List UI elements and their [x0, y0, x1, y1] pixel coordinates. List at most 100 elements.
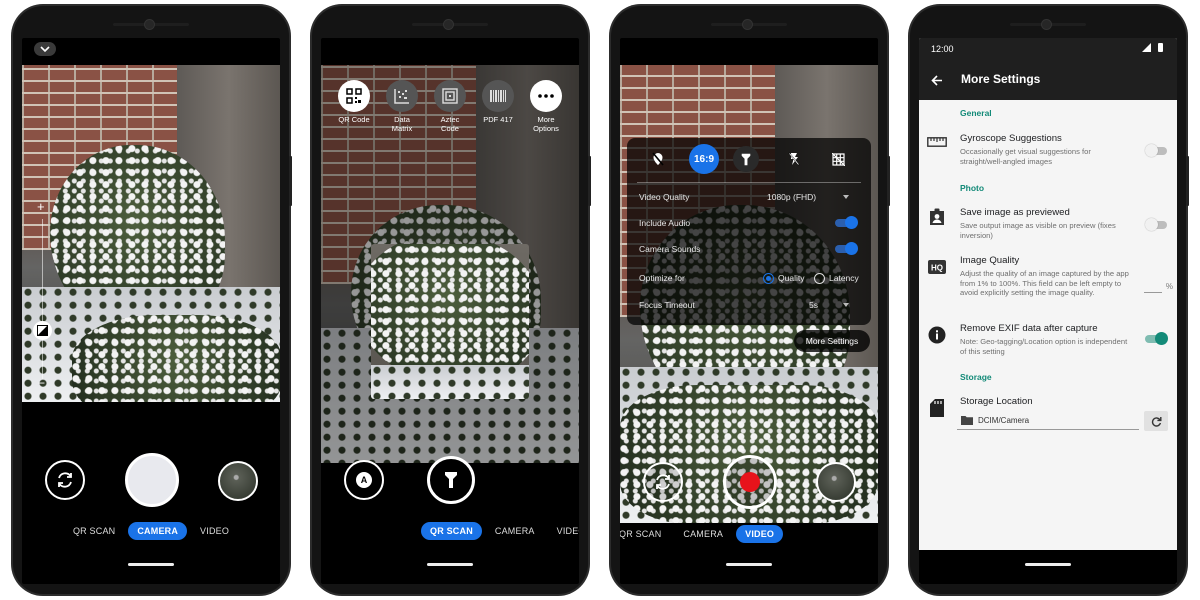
section-photo: Photo: [960, 183, 985, 193]
aspect-ratio-toggle[interactable]: 16:9: [689, 144, 719, 174]
gyro-toggle[interactable]: [1145, 144, 1167, 157]
barcode-aztec[interactable]: Aztec Code: [431, 80, 469, 133]
home-indicator[interactable]: [128, 563, 174, 566]
setting-gyroscope[interactable]: Gyroscope Suggestions Occasionally get v…: [919, 130, 1177, 170]
auto-icon: A: [356, 472, 372, 488]
grid-toggle[interactable]: [825, 146, 851, 172]
barcode-label: PDF 417: [483, 115, 513, 124]
setting-storage-location[interactable]: Storage Location DCIM/Camera: [919, 394, 1177, 438]
video-quality-row[interactable]: Video Quality 1080p (FHD): [639, 192, 859, 202]
power-button: [887, 156, 890, 206]
record-button[interactable]: [723, 455, 777, 509]
snowy-bush-focus: [371, 244, 529, 384]
app-bar: More Settings: [919, 60, 1177, 100]
screen: + − QR SCAN CAMERA VIDEO: [22, 38, 280, 584]
front-camera: [743, 20, 752, 29]
mode-camera[interactable]: CAMERA: [674, 525, 732, 543]
phone-camera-mode: + − QR SCAN CAMERA VIDEO: [13, 6, 292, 594]
zoom-slider-track[interactable]: [42, 219, 43, 379]
video-quality-label: Video Quality: [639, 192, 690, 202]
zoom-minus[interactable]: −: [38, 376, 45, 390]
barcode-more-options[interactable]: More Options: [527, 80, 565, 133]
exif-toggle[interactable]: [1145, 332, 1168, 345]
save-toggle[interactable]: [1145, 218, 1167, 231]
include-audio-label: Include Audio: [639, 218, 691, 228]
mode-qr-scan[interactable]: QR SCAN: [64, 522, 124, 540]
location-toggle[interactable]: [645, 146, 671, 172]
gallery-thumbnail[interactable]: [218, 461, 258, 501]
snow-ground-focus: [371, 364, 529, 399]
zoom-plus[interactable]: +: [37, 199, 45, 214]
mode-camera[interactable]: CAMERA: [486, 522, 544, 540]
mode-selector: QR SCAN CAMERA VIDEO: [620, 525, 878, 543]
shutter-button[interactable]: [125, 453, 179, 507]
include-audio-toggle[interactable]: [835, 216, 858, 229]
snowy-shrubs: [72, 315, 280, 402]
page-title: More Settings: [961, 72, 1041, 86]
barcode-data-matrix[interactable]: Data Matrix: [383, 80, 421, 133]
radio-quality[interactable]: [763, 272, 774, 284]
power-button: [1186, 156, 1189, 206]
mode-camera[interactable]: CAMERA: [128, 522, 188, 540]
mode-qr-scan[interactable]: QR SCAN: [421, 522, 482, 540]
barcode-qr-code[interactable]: QR Code: [335, 80, 373, 124]
screen: 16:9 Video Quality 1080p (FHD) Include A…: [620, 38, 878, 584]
setting-image-quality[interactable]: HQ Image Quality Adjust the quality of a…: [919, 254, 1177, 314]
dropdown-arrow-icon: [843, 303, 849, 307]
torch-toggle[interactable]: [733, 146, 759, 172]
barcode-label: Aztec Code: [440, 115, 460, 133]
video-quality-value: 1080p (FHD): [767, 192, 817, 202]
radio-quality-label: Quality: [778, 273, 805, 283]
flashlight-icon: [445, 472, 457, 488]
setting-save-as-previewed[interactable]: Save image as previewed Save output imag…: [919, 204, 1177, 244]
flash-toggle[interactable]: [781, 146, 807, 172]
mode-video[interactable]: VIDEO: [191, 522, 238, 540]
folder-icon: [961, 416, 973, 425]
camera-preview[interactable]: + −: [22, 65, 280, 402]
more-horizontal-icon: [530, 80, 562, 112]
save-subtitle: Save output image as visible on preview …: [960, 221, 1116, 240]
switch-camera-button[interactable]: [45, 460, 85, 500]
auto-mode-button[interactable]: A: [344, 460, 384, 500]
storage-path[interactable]: DCIM/Camera: [978, 416, 1029, 425]
front-camera: [1042, 20, 1051, 29]
switch-camera-button[interactable]: [643, 462, 683, 502]
switch-camera-icon: [656, 474, 670, 490]
home-indicator[interactable]: [427, 563, 473, 566]
record-dot-icon: [740, 472, 760, 492]
include-audio-row[interactable]: Include Audio: [639, 216, 859, 229]
back-button[interactable]: [927, 70, 947, 90]
barcode-pdf417[interactable]: PDF 417: [479, 80, 517, 124]
camera-sounds-row[interactable]: Camera Sounds: [639, 242, 859, 255]
collapse-chevron-button[interactable]: [34, 42, 56, 56]
home-indicator[interactable]: [1025, 563, 1071, 566]
camera-sounds-toggle[interactable]: [835, 242, 858, 255]
focus-timeout-label: Focus Timeout: [639, 300, 695, 310]
gallery-thumbnail[interactable]: [816, 462, 856, 502]
exif-subtitle: Note: Geo-tagging/Location option is ind…: [960, 337, 1128, 356]
refresh-button[interactable]: [1144, 411, 1168, 431]
focus-timeout-value: 5s: [809, 300, 818, 310]
barcode-label: Data Matrix: [391, 115, 413, 133]
home-indicator[interactable]: [726, 563, 772, 566]
flashlight-icon: [741, 153, 751, 165]
portrait-badge-icon: [927, 207, 947, 227]
mode-video[interactable]: VIDEO: [736, 525, 784, 543]
mode-qr-scan[interactable]: QR SCAN: [620, 525, 670, 543]
setting-remove-exif[interactable]: Remove EXIF data after capture Note: Geo…: [919, 322, 1177, 362]
front-camera: [145, 20, 154, 29]
mode-selector: QR SCAN CAMERA VIDEO: [421, 522, 579, 540]
exposure-button[interactable]: [33, 321, 52, 340]
signal-icon: [1142, 43, 1151, 52]
hq-icon: HQ: [927, 257, 947, 277]
scan-window: [371, 244, 529, 399]
sd-card-icon: [927, 398, 947, 418]
quality-input[interactable]: [1144, 292, 1162, 293]
focus-timeout-row[interactable]: Focus Timeout 5s: [639, 300, 859, 310]
save-title: Save image as previewed: [960, 207, 1070, 218]
flash-off-icon: [788, 152, 800, 166]
mode-video[interactable]: VIDEO: [548, 522, 579, 540]
flashlight-button[interactable]: [427, 456, 475, 504]
more-settings-button[interactable]: More Settings: [794, 330, 870, 352]
radio-latency[interactable]: [814, 272, 825, 284]
